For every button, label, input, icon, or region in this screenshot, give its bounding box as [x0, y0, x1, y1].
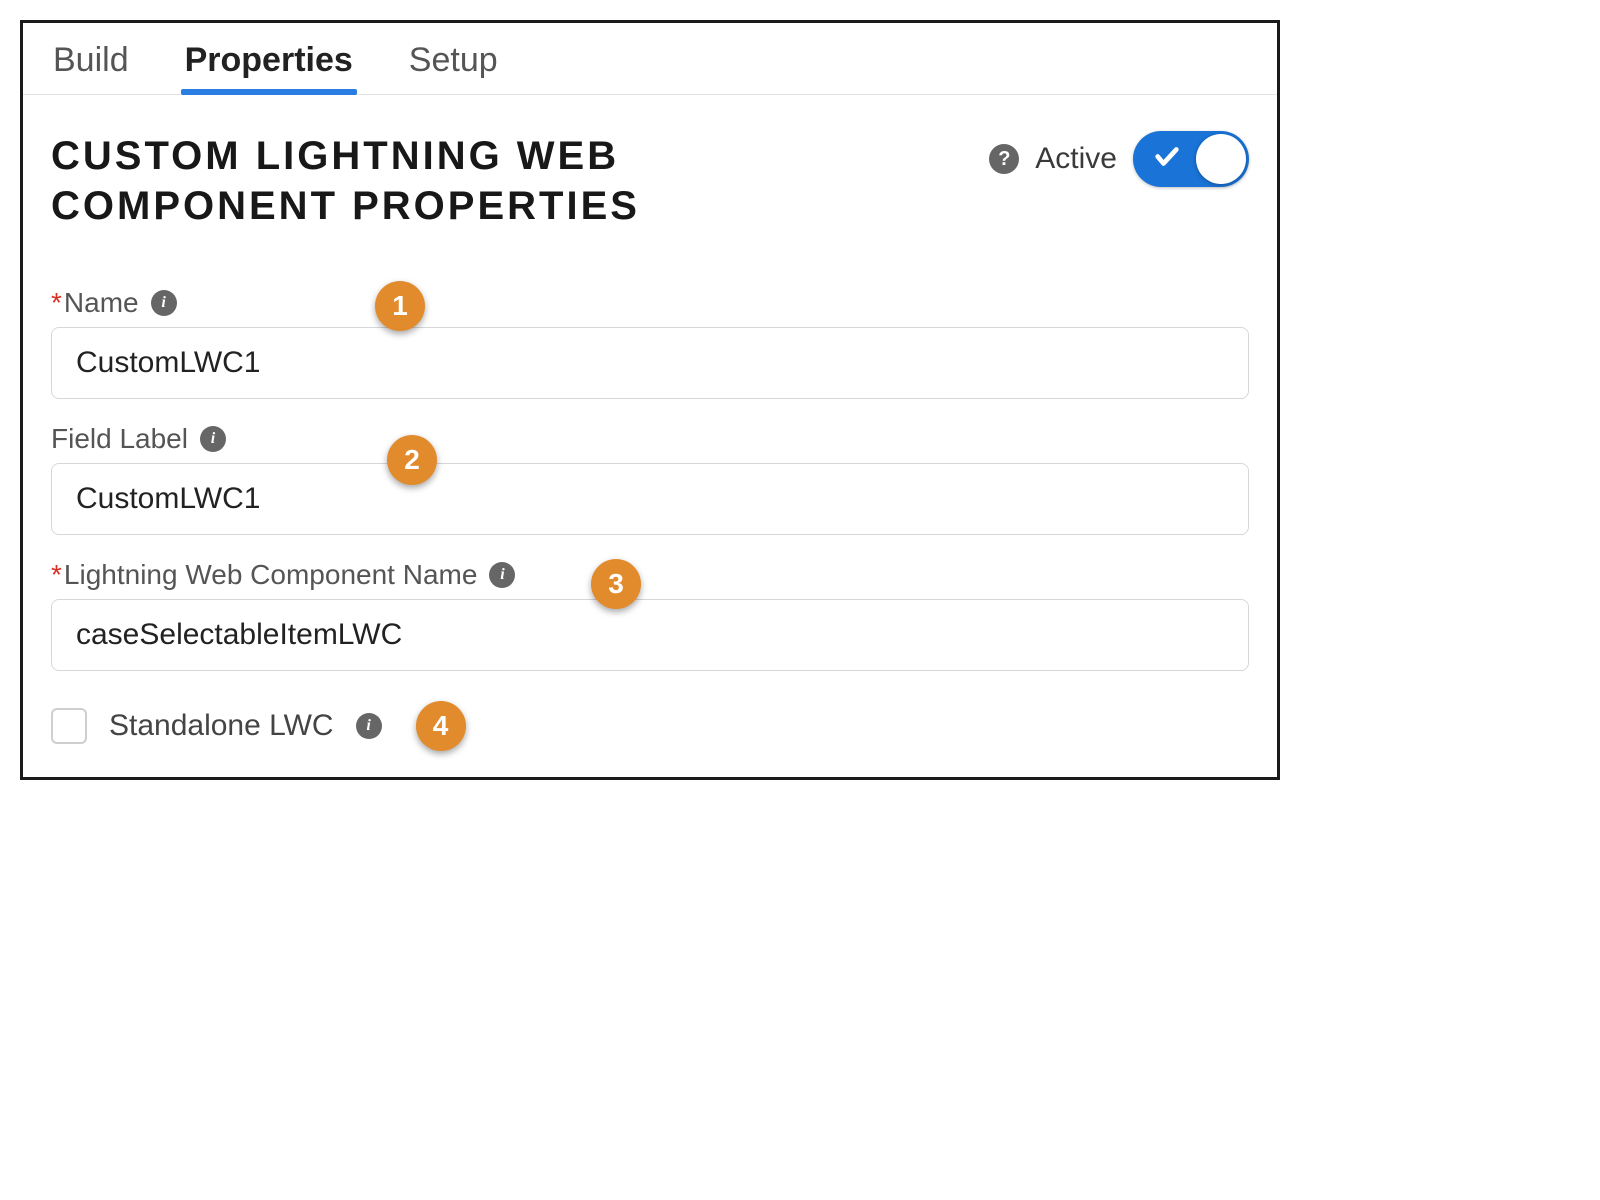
field-label-text: Field Label — [51, 423, 188, 455]
check-icon — [1153, 143, 1181, 176]
name-input[interactable] — [51, 327, 1249, 399]
lwc-name-input[interactable] — [51, 599, 1249, 671]
info-icon[interactable]: i — [489, 562, 515, 588]
label-row-name: *Name i — [51, 287, 1249, 319]
standalone-lwc-row: Standalone LWC i 4 — [51, 701, 1249, 751]
annotation-badge-1: 1 — [375, 281, 425, 331]
info-icon[interactable]: i — [151, 290, 177, 316]
header-row: CUSTOM LIGHTNING WEB COMPONENT PROPERTIE… — [51, 131, 1249, 231]
content-area: CUSTOM LIGHTNING WEB COMPONENT PROPERTIE… — [23, 95, 1277, 777]
annotation-badge-3: 3 — [591, 559, 641, 609]
label-row-lwc-name: *Lightning Web Component Name i — [51, 559, 1249, 591]
annotation-badge-2: 2 — [387, 435, 437, 485]
tab-properties[interactable]: Properties — [185, 41, 353, 94]
info-icon[interactable]: i — [200, 426, 226, 452]
page-title: CUSTOM LIGHTNING WEB COMPONENT PROPERTIE… — [51, 131, 791, 231]
toggle-knob — [1196, 134, 1246, 184]
field-label-input[interactable] — [51, 463, 1249, 535]
info-icon[interactable]: i — [356, 713, 382, 739]
tab-setup[interactable]: Setup — [409, 41, 498, 94]
active-label: Active — [1035, 142, 1117, 176]
form-group-field-label: Field Label i 2 — [51, 423, 1249, 535]
active-toggle[interactable] — [1133, 131, 1249, 187]
help-icon[interactable]: ? — [989, 144, 1019, 174]
form-group-name: *Name i 1 — [51, 287, 1249, 399]
tab-bar: Build Properties Setup — [23, 23, 1277, 95]
label-row-field-label: Field Label i — [51, 423, 1249, 455]
standalone-lwc-checkbox[interactable] — [51, 708, 87, 744]
required-marker: *Name — [51, 287, 139, 319]
required-marker: *Lightning Web Component Name — [51, 559, 477, 591]
annotation-badge-4: 4 — [416, 701, 466, 751]
standalone-lwc-label: Standalone LWC — [109, 709, 334, 743]
active-toggle-group: ? Active — [989, 131, 1249, 187]
form-group-lwc-name: *Lightning Web Component Name i 3 — [51, 559, 1249, 671]
tab-build[interactable]: Build — [53, 41, 129, 94]
properties-panel: Build Properties Setup CUSTOM LIGHTNING … — [20, 20, 1280, 780]
